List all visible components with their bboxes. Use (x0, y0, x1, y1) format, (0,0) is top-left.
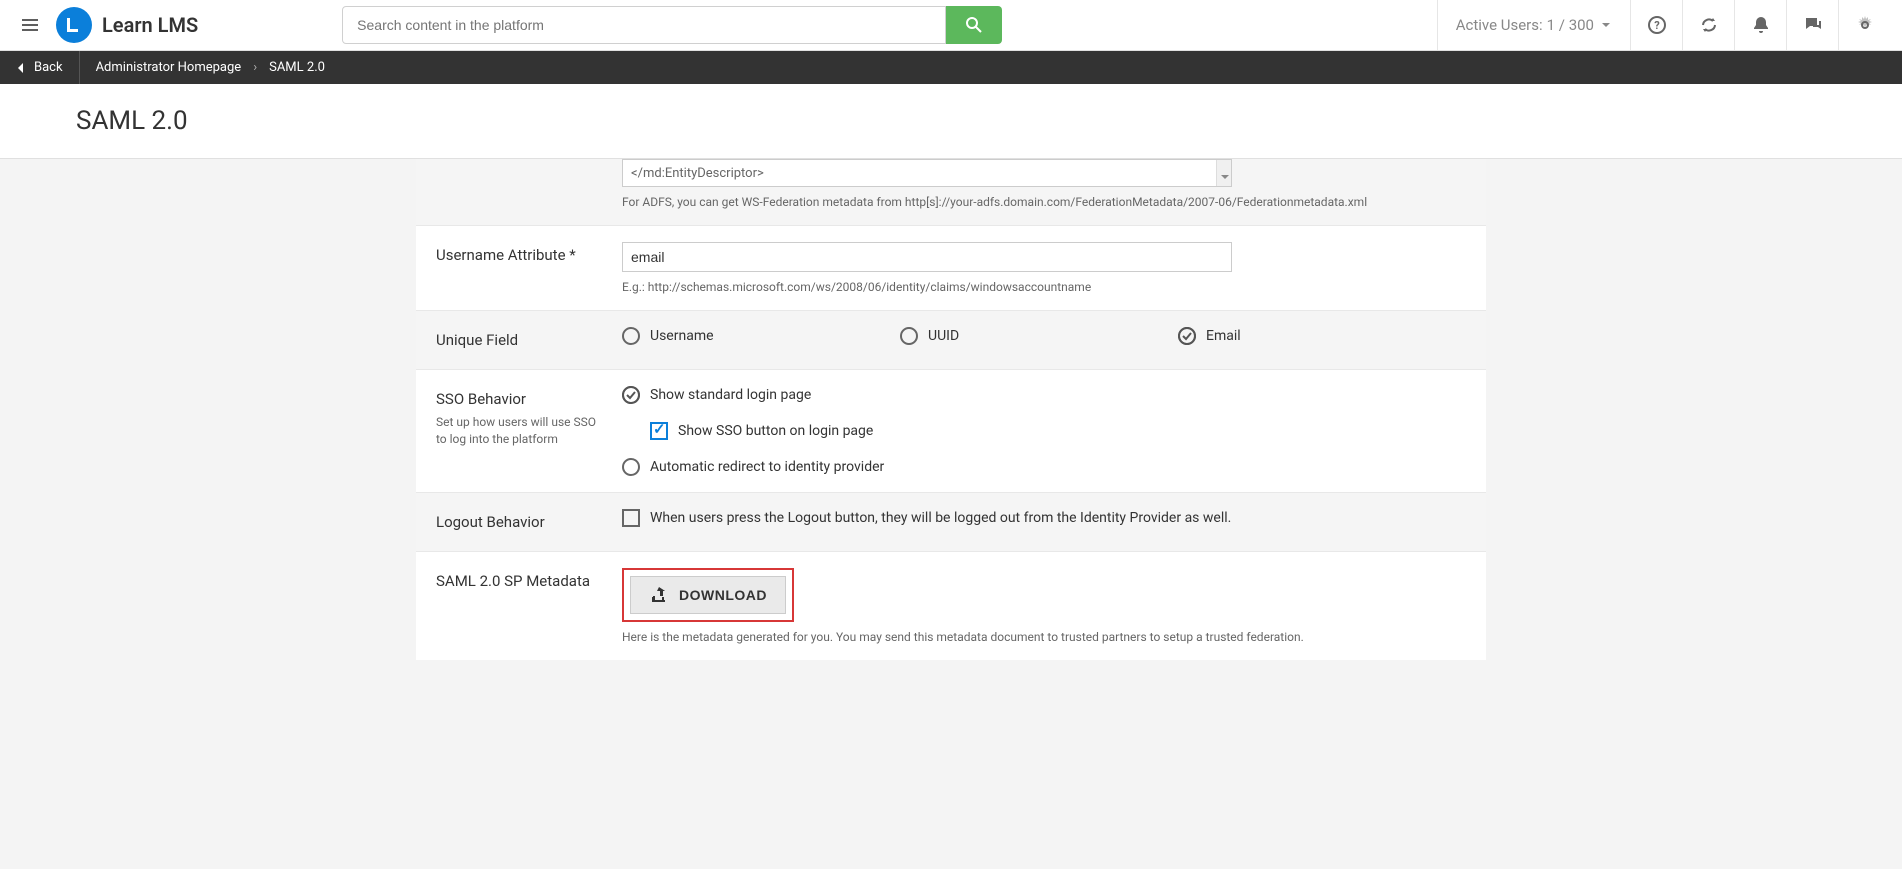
unique-field-label: Unique Field (436, 331, 622, 349)
top-header: Learn LMS Active Users: 1 / 300 ? (0, 0, 1902, 51)
radio-auto-redirect-label: Automatic redirect to identity provider (650, 459, 884, 475)
radio-auto-redirect[interactable]: Automatic redirect to identity provider (622, 458, 1466, 476)
username-attr-help: E.g.: http://schemas.microsoft.com/ws/20… (622, 280, 1466, 294)
radio-email[interactable]: Email (1178, 327, 1456, 345)
username-attr-input[interactable] (622, 242, 1232, 272)
logo-icon (56, 7, 92, 43)
caret-down-icon (1218, 170, 1232, 184)
radio-show-standard-label: Show standard login page (650, 387, 811, 403)
messages-button[interactable] (1786, 0, 1838, 50)
help-button[interactable]: ? (1630, 0, 1682, 50)
section-idp-metadata: </md:EntityDescriptor> For ADFS, you can… (416, 159, 1486, 226)
idp-metadata-value: </md:EntityDescriptor> (631, 166, 764, 181)
svg-text:?: ? (1654, 19, 1660, 32)
help-icon: ? (1647, 15, 1667, 35)
download-button[interactable]: DOWNLOAD (630, 576, 786, 614)
bell-icon (1751, 15, 1771, 35)
download-highlight: DOWNLOAD (622, 568, 794, 622)
sub-header: Back Administrator Homepage › SAML 2.0 (0, 51, 1902, 84)
radio-uuid[interactable]: UUID (900, 327, 1178, 345)
page-title: SAML 2.0 (76, 106, 1902, 136)
chat-icon (1803, 15, 1823, 35)
menu-button[interactable] (12, 7, 48, 43)
username-attr-label: Username Attribute * (436, 246, 622, 264)
idp-metadata-textarea[interactable]: </md:EntityDescriptor> (622, 159, 1232, 187)
radio-show-standard-login[interactable]: Show standard login page (622, 386, 1466, 404)
active-users-dropdown[interactable]: Active Users: 1 / 300 (1437, 0, 1630, 50)
radio-icon (622, 327, 640, 345)
title-area: SAML 2.0 (0, 84, 1902, 159)
checkbox-checked-icon (650, 422, 668, 440)
section-username-attribute: Username Attribute * E.g.: http://schema… (416, 226, 1486, 311)
sp-metadata-help: Here is the metadata generated for you. … (622, 630, 1466, 644)
download-button-label: DOWNLOAD (679, 587, 767, 603)
export-icon (649, 585, 669, 605)
checkbox-show-sso-button[interactable]: Show SSO button on login page (650, 422, 1466, 440)
section-logout-behavior: Logout Behavior When users press the Log… (416, 493, 1486, 552)
radio-username[interactable]: Username (622, 327, 900, 345)
checkbox-logout-idp-label: When users press the Logout button, they… (650, 510, 1231, 526)
logo-text: Learn LMS (102, 13, 198, 37)
checkbox-show-sso-label: Show SSO button on login page (678, 423, 873, 439)
active-users-count: 1 / 300 (1547, 16, 1594, 34)
radio-icon (622, 458, 640, 476)
section-sp-metadata: SAML 2.0 SP Metadata DOWNLOAD Here is th… (416, 552, 1486, 660)
refresh-button[interactable] (1682, 0, 1734, 50)
form-container: </md:EntityDescriptor> For ADFS, you can… (246, 159, 1656, 660)
active-users-label: Active Users: (1456, 16, 1543, 34)
checkbox-logout-idp[interactable]: When users press the Logout button, they… (622, 509, 1466, 527)
search-bar (342, 6, 1002, 44)
header-right: Active Users: 1 / 300 ? (1437, 0, 1890, 50)
chevron-right-icon: › (253, 60, 257, 75)
radio-checked-icon (1178, 327, 1196, 345)
sp-metadata-label: SAML 2.0 SP Metadata (436, 572, 622, 590)
search-icon (964, 15, 984, 35)
breadcrumb-admin-home[interactable]: Administrator Homepage (96, 60, 242, 75)
radio-username-label: Username (650, 328, 714, 344)
back-button[interactable]: Back (14, 51, 80, 84)
search-button[interactable] (946, 6, 1002, 44)
chevron-left-icon (14, 61, 28, 75)
checkbox-icon (622, 509, 640, 527)
logo[interactable]: Learn LMS (56, 7, 198, 43)
notifications-button[interactable] (1734, 0, 1786, 50)
textarea-scrollbar[interactable] (1216, 160, 1231, 186)
refresh-icon (1699, 15, 1719, 35)
gear-icon (1855, 15, 1875, 35)
sso-behavior-sublabel: Set up how users will use SSO to log int… (436, 414, 606, 448)
sso-behavior-label: SSO Behavior (436, 390, 622, 408)
radio-email-label: Email (1206, 328, 1241, 344)
section-sso-behavior: SSO Behavior Set up how users will use S… (416, 370, 1486, 493)
radio-checked-icon (622, 386, 640, 404)
section-unique-field: Unique Field Username UUID Email (416, 311, 1486, 370)
settings-button[interactable] (1838, 0, 1890, 50)
logout-behavior-label: Logout Behavior (436, 513, 622, 531)
caret-down-icon (1600, 19, 1612, 31)
search-input[interactable] (342, 6, 946, 44)
back-label: Back (34, 60, 63, 75)
breadcrumb-current: SAML 2.0 (269, 60, 325, 75)
idp-metadata-help: For ADFS, you can get WS-Federation meta… (622, 195, 1466, 209)
radio-icon (900, 327, 918, 345)
radio-uuid-label: UUID (928, 328, 959, 344)
breadcrumb: Administrator Homepage › SAML 2.0 (80, 60, 325, 75)
hamburger-icon (20, 15, 40, 35)
